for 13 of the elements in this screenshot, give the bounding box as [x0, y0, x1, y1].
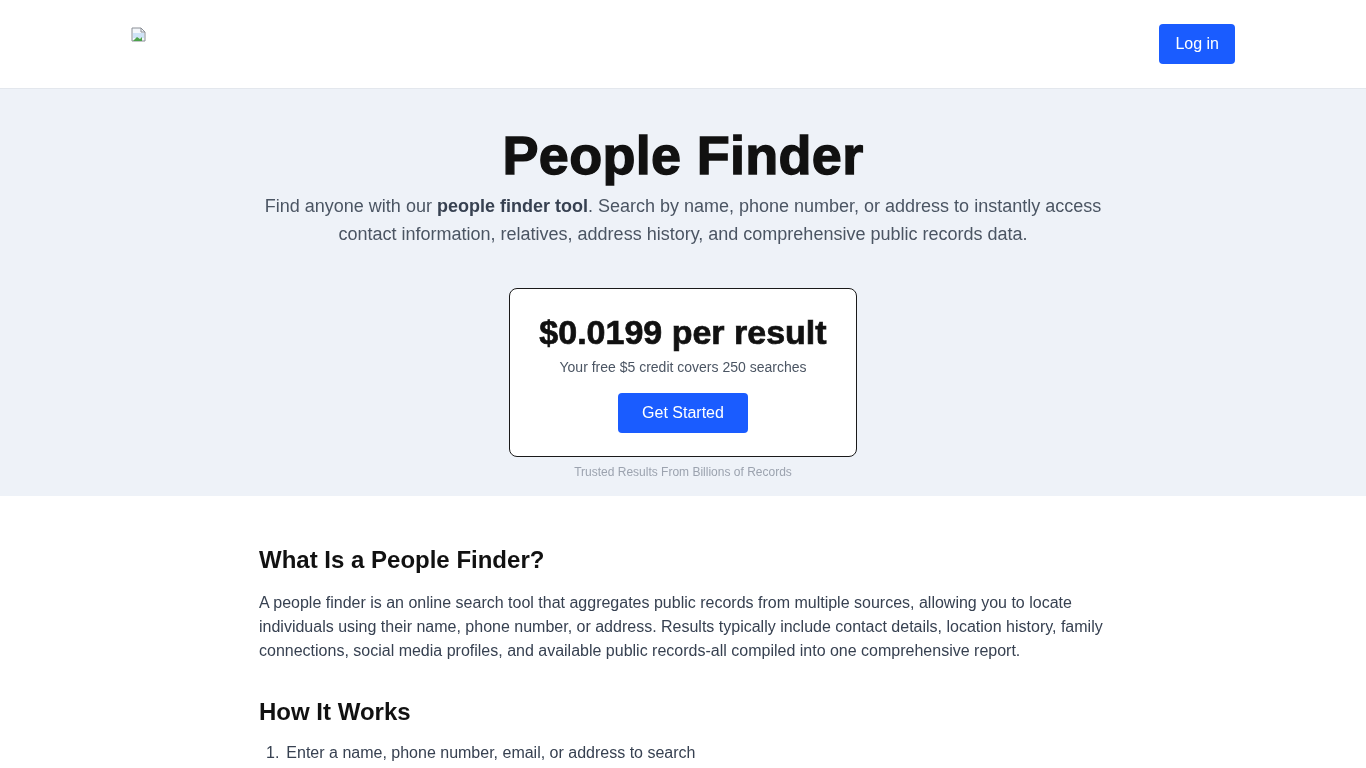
trust-caption: Trusted Results From Billions of Records — [573, 464, 793, 480]
get-started-button[interactable]: Get Started — [618, 393, 748, 433]
login-button[interactable]: Log in — [1159, 24, 1235, 64]
intro-paragraph: Find anyone with our people finder tool. Search by name, phone number, or address to instantly access contact information, relatives, address history, and comprehensive public records data. — [263, 195, 1103, 246]
step-number: 1. — [266, 743, 280, 763]
credit-note: Your free $5 credit covers 250 searches — [558, 358, 808, 377]
broken-image-icon — [131, 27, 147, 43]
section-heading: What Is a People Finder? — [259, 545, 546, 575]
page-title: People Finder — [502, 124, 864, 187]
section-paragraph: A people finder is an online search tool that aggregates public records from multiple sources, allowing you to locate individuals using their name, phone number, or address. Results typically include contact details, location history, family connections, social media profiles, and available public records-all compiled into one comprehensive report. — [259, 593, 1104, 661]
price-text: $0.0199 per result — [538, 312, 828, 352]
section-heading: How It Works — [259, 697, 412, 727]
step-text: Enter a name, phone number, email, or address to search — [286, 743, 696, 763]
